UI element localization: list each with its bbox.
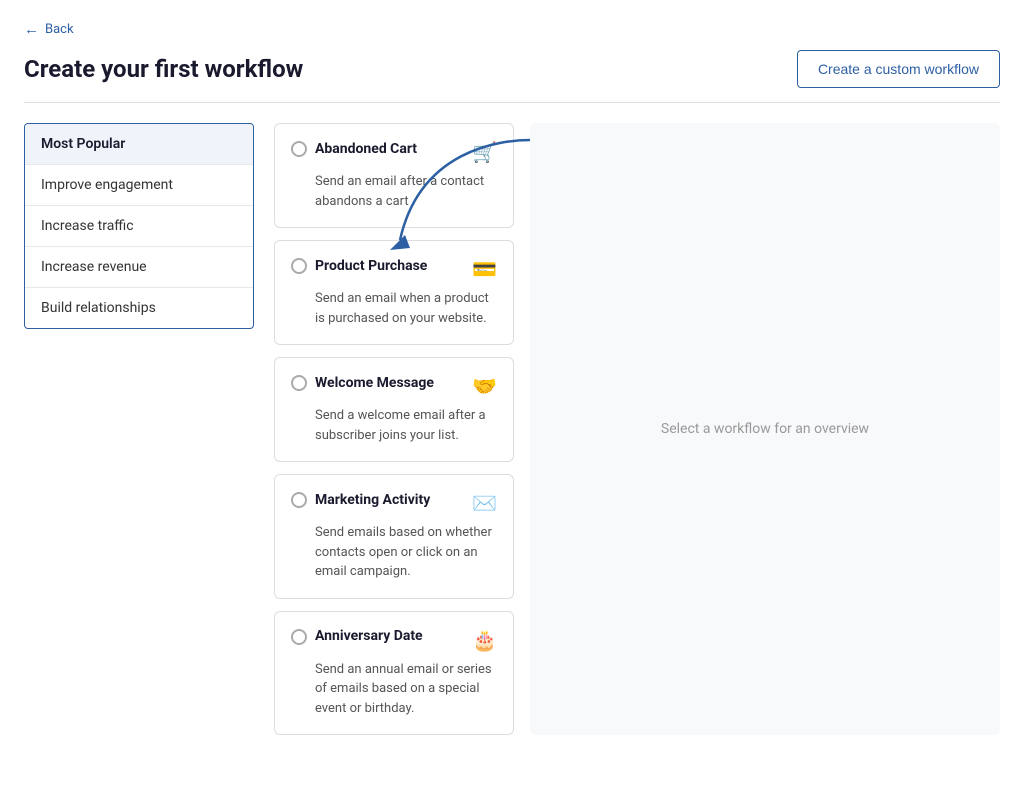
workflow-card-abandoned-cart[interactable]: Abandoned Cart 🛒 Send an email after a c… (274, 123, 514, 228)
workflow-card-welcome-message[interactable]: Welcome Message 🤝 Send a welcome email a… (274, 357, 514, 462)
workflow-title-welcome-message: Welcome Message (315, 375, 434, 391)
workflow-desc-welcome-message: Send a welcome email after a subscriber … (315, 406, 497, 445)
radio-anniversary-date[interactable] (291, 629, 307, 645)
workflow-icon-marketing-activity: ✉️ (472, 491, 497, 515)
radio-welcome-message[interactable] (291, 375, 307, 391)
workflow-desc-anniversary-date: Send an annual email or series of emails… (315, 660, 497, 719)
sidebar-item-increase-revenue[interactable]: Increase revenue (25, 247, 253, 288)
radio-product-purchase[interactable] (291, 258, 307, 274)
back-label: Back (45, 22, 74, 37)
title-divider (24, 102, 1000, 103)
category-sidebar: Most PopularImprove engagementIncrease t… (24, 123, 254, 329)
workflow-icon-product-purchase: 💳 (472, 257, 497, 281)
workflow-card-anniversary-date[interactable]: Anniversary Date 🎂 Send an annual email … (274, 611, 514, 736)
workflow-title-product-purchase: Product Purchase (315, 258, 427, 274)
workflow-desc-marketing-activity: Send emails based on whether contacts op… (315, 523, 497, 582)
workflow-title-anniversary-date: Anniversary Date (315, 628, 423, 644)
workflow-desc-abandoned-cart: Send an email after a contact abandons a… (315, 172, 497, 211)
workflow-card-marketing-activity[interactable]: Marketing Activity ✉️ Send emails based … (274, 474, 514, 599)
radio-marketing-activity[interactable] (291, 492, 307, 508)
back-link[interactable]: ← Back (24, 20, 74, 38)
workflow-title-abandoned-cart: Abandoned Cart (315, 141, 417, 157)
workflow-title-marketing-activity: Marketing Activity (315, 492, 430, 508)
workflow-icon-welcome-message: 🤝 (472, 374, 497, 398)
page-title: Create your first workflow (24, 55, 303, 83)
workflow-preview-area: Select a workflow for an overview (530, 123, 1000, 735)
radio-abandoned-cart[interactable] (291, 141, 307, 157)
back-arrow-icon: ← (24, 20, 39, 38)
workflow-desc-product-purchase: Send an email when a product is purchase… (315, 289, 497, 328)
workflow-icon-anniversary-date: 🎂 (472, 628, 497, 652)
sidebar-item-increase-traffic[interactable]: Increase traffic (25, 206, 253, 247)
workflow-icon-abandoned-cart: 🛒 (472, 140, 497, 164)
sidebar-item-most-popular[interactable]: Most Popular (25, 124, 253, 165)
workflow-card-product-purchase[interactable]: Product Purchase 💳 Send an email when a … (274, 240, 514, 345)
sidebar-item-improve-engagement[interactable]: Improve engagement (25, 165, 253, 206)
sidebar-item-build-relationships[interactable]: Build relationships (25, 288, 253, 328)
workflow-list: Abandoned Cart 🛒 Send an email after a c… (274, 123, 514, 735)
create-custom-workflow-button[interactable]: Create a custom workflow (797, 50, 1000, 88)
preview-placeholder: Select a workflow for an overview (661, 421, 869, 437)
